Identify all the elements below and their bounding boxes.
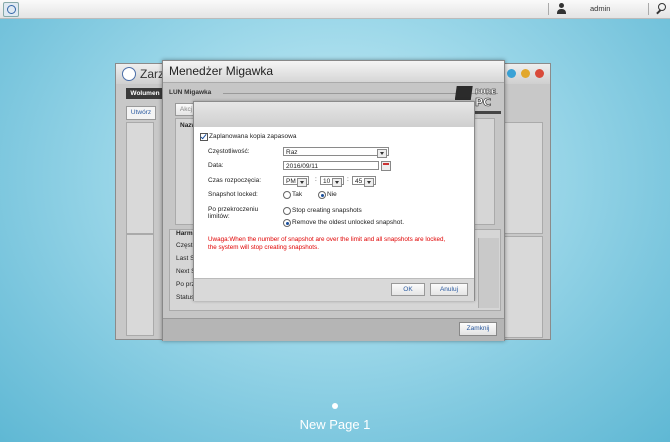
main-menu-icon[interactable] xyxy=(3,2,19,17)
top-bar: admin xyxy=(0,0,670,19)
create-button[interactable]: Utwórz xyxy=(126,106,156,120)
app-logo-icon xyxy=(122,67,136,81)
stop-creating-label: Stop creating snapshots xyxy=(292,207,362,214)
scheduled-backup-label: Zaplanowana kopia zapasowa xyxy=(209,133,297,140)
page-label: New Page 1 xyxy=(299,417,371,432)
frequency-value: Raz xyxy=(286,149,298,156)
time-separator: : xyxy=(347,176,349,183)
section-title: LUN Migawka xyxy=(169,89,212,96)
warning-line: the system will stop creating snapshots. xyxy=(208,244,319,251)
start-time-label: Czas rozpoczęcia: xyxy=(208,177,262,184)
locked-no-radio[interactable] xyxy=(318,191,326,199)
right-panel xyxy=(503,122,543,234)
warning-line: Uwaga:When the number of snapshot are ov… xyxy=(208,236,446,243)
snapshot-locked-label: Snapshot locked: xyxy=(208,191,258,198)
divider xyxy=(548,3,549,15)
date-label: Data: xyxy=(208,162,224,169)
remove-oldest-radio[interactable] xyxy=(283,219,291,227)
window-titlebar: Menedżer Migawka xyxy=(163,61,504,83)
svg-text:PC: PC xyxy=(475,96,491,109)
time-separator: : xyxy=(315,176,317,183)
locked-yes-radio[interactable] xyxy=(283,191,291,199)
minimize-icon[interactable] xyxy=(521,69,530,78)
date-value: 2016/09/11 xyxy=(286,163,319,170)
section-title: Harm xyxy=(176,230,193,237)
help-icon[interactable] xyxy=(507,69,516,78)
hour-value: 10 xyxy=(323,178,331,185)
volume-list-panel xyxy=(126,122,154,234)
schedule-snapshot-dialog: Zaplanowana kopia zapasowa Częstotliwość… xyxy=(193,101,475,301)
chevron-down-icon xyxy=(297,177,307,187)
close-button[interactable]: Zamknij xyxy=(459,322,497,336)
divider xyxy=(648,3,649,15)
username-label[interactable]: admin xyxy=(590,4,610,13)
locked-no-label: Nie xyxy=(327,191,337,198)
cancel-button[interactable]: Anuluj xyxy=(430,283,468,296)
dialog-header xyxy=(194,102,474,127)
ampm-select[interactable]: PM xyxy=(283,176,309,187)
svg-text:PURE: PURE xyxy=(475,88,496,96)
scrollbar[interactable] xyxy=(478,238,499,308)
ok-button[interactable]: OK xyxy=(391,283,425,296)
ampm-value: PM xyxy=(286,178,296,185)
page-indicator-dot[interactable] xyxy=(332,403,338,409)
close-icon[interactable] xyxy=(535,69,544,78)
hour-select[interactable]: 10 xyxy=(320,176,344,187)
date-input[interactable]: 2016/09/11 xyxy=(283,161,379,170)
locked-yes-label: Tak xyxy=(292,191,303,198)
chevron-down-icon xyxy=(377,148,387,158)
chevron-down-icon xyxy=(332,177,342,187)
window-footer xyxy=(163,318,504,341)
row-label: Po prz xyxy=(176,281,195,288)
row-label: Last S xyxy=(176,255,195,262)
minute-select[interactable]: 45 xyxy=(352,176,376,187)
window-title: Zarz xyxy=(140,67,164,81)
tab-volume[interactable]: Wolumen xyxy=(126,88,164,99)
frequency-select[interactable]: Raz xyxy=(283,147,389,158)
window-title: Menedżer Migawka xyxy=(169,64,274,78)
right-panel-lower xyxy=(503,236,543,338)
stop-creating-radio[interactable] xyxy=(283,207,291,215)
search-icon[interactable] xyxy=(655,3,666,15)
frequency-label: Częstotliwość: xyxy=(208,148,250,155)
limit-label-cont: limitów: xyxy=(208,213,230,220)
minute-value: 45 xyxy=(355,178,363,185)
row-label: Status xyxy=(176,294,195,301)
limit-label: Po przekroczeniu xyxy=(208,206,259,213)
warning-text: Uwaga:When the number of snapshot are ov… xyxy=(208,236,470,252)
user-icon[interactable] xyxy=(556,3,566,14)
calendar-icon[interactable] xyxy=(381,161,391,171)
scheduled-backup-checkbox[interactable] xyxy=(200,133,208,141)
details-panel xyxy=(126,234,154,336)
remove-oldest-label: Remove the oldest unlocked snapshot. xyxy=(292,219,405,226)
chevron-down-icon xyxy=(364,177,374,187)
